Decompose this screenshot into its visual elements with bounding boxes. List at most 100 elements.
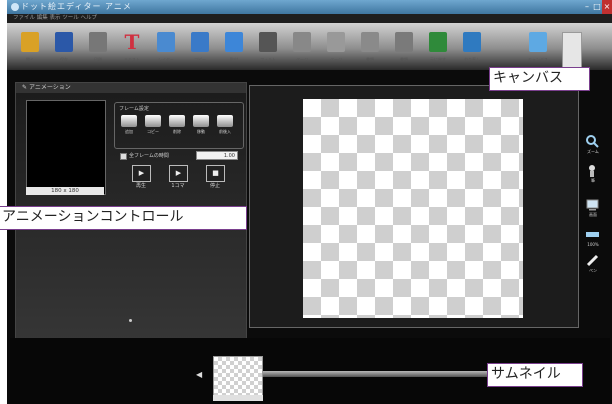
tool-label: ページ xyxy=(330,57,342,62)
toolbar-tool-5[interactable]: コピー xyxy=(189,29,211,67)
screenshot-figure: ドット絵エディター アニメ – □ × ファイル 編集 表示 ツール ヘルプ 開… xyxy=(0,0,612,404)
tool-label: 開く xyxy=(26,57,34,62)
frame-button-label: 前後入 xyxy=(219,129,231,134)
toolbar-tool-14[interactable]: キャンバス xyxy=(527,29,549,67)
doc2-icon xyxy=(395,32,413,52)
callout-thumbnail-label: サムネイル xyxy=(487,363,583,387)
app-logo-icon xyxy=(11,3,19,11)
step-icon: ▶ xyxy=(169,165,188,182)
copy-icon xyxy=(191,32,209,52)
step-button[interactable]: ▶ 1コマ xyxy=(163,165,193,189)
frame-thumbnail[interactable] xyxy=(213,356,263,396)
step-label: 1コマ xyxy=(171,183,185,189)
frame-delete-icon xyxy=(169,115,185,127)
right-tool-label: 画面 xyxy=(589,212,597,217)
right-tool-label: ペン xyxy=(589,268,597,273)
thumbnail-scroll-left-icon[interactable]: ◀ xyxy=(196,370,202,379)
menu-items[interactable]: ファイル 編集 表示 ツール ヘルプ xyxy=(13,15,97,21)
right-tool-screen[interactable]: 画面 xyxy=(584,198,602,220)
paste-icon xyxy=(225,32,243,52)
undo-icon xyxy=(429,32,447,52)
redo-icon xyxy=(463,32,481,52)
tool-label: 印刷 xyxy=(94,57,102,62)
toolbar-tool-6[interactable]: 貼付 xyxy=(223,29,245,67)
maximize-button[interactable]: □ xyxy=(592,0,602,14)
toolbar-tool-0[interactable]: 開く xyxy=(19,29,41,67)
toolbar-tool-12[interactable]: 元に戻す xyxy=(427,29,449,67)
menu-bar[interactable]: ファイル 編集 表示 ツール ヘルプ xyxy=(7,14,612,23)
main-toolbar: 開く 保存 印刷 T テキスト レイヤー コピー 貼付 フィルム ページ ページ … xyxy=(7,23,612,70)
stop-button[interactable]: ■ 停止 xyxy=(200,165,230,189)
all-frame-label: 全フレームの時間 xyxy=(129,153,169,159)
preview-size-label: 180 x 180 xyxy=(26,187,104,195)
thumbnail-frame-bar xyxy=(213,395,263,401)
tool-label: ページ xyxy=(296,57,308,62)
canvas-area xyxy=(249,85,579,328)
toolbar-tool-9[interactable]: ページ xyxy=(325,29,347,67)
frame-button-label: 削除 xyxy=(173,129,181,134)
film-icon xyxy=(259,32,277,52)
stop-label: 停止 xyxy=(209,183,220,189)
canvas-icon xyxy=(529,32,547,52)
tool-label: 書類 xyxy=(400,57,408,62)
text-icon: T xyxy=(124,30,140,54)
page-icon xyxy=(293,32,311,52)
toolbar-tool-8[interactable]: ページ xyxy=(291,29,313,67)
toolbar-tool-2[interactable]: 印刷 xyxy=(87,29,109,67)
toolbar-tool-4[interactable]: レイヤー xyxy=(155,29,177,67)
tool-label: キャンバス xyxy=(528,57,548,62)
tv-icon xyxy=(586,199,599,211)
save-icon xyxy=(55,32,73,52)
page2-icon xyxy=(327,32,345,52)
panel-header: ✎ アニメーション xyxy=(16,83,246,93)
frame-delete-button[interactable]: 削除 xyxy=(167,115,187,137)
right-tool-actual-size[interactable]: 100% xyxy=(584,228,602,250)
open-icon xyxy=(21,32,39,52)
drawing-canvas[interactable] xyxy=(303,99,523,318)
tool-label: 貼付 xyxy=(230,57,238,62)
frame-swap-button[interactable]: 前後入 xyxy=(215,115,235,137)
play-button[interactable]: ▶ 再生 xyxy=(126,165,156,189)
title-bar: ドット絵エディター アニメ – □ × xyxy=(7,0,612,14)
toolbar-tool-10[interactable]: 書類 xyxy=(359,29,381,67)
pen-icon xyxy=(586,254,599,267)
toolbar-tool-3[interactable]: T テキスト xyxy=(121,29,143,67)
frame-move-icon xyxy=(193,115,209,127)
all-frame-time-input[interactable]: 1.00 xyxy=(196,151,238,160)
frame-settings-group: フレーム設定 追加 コピー 削除 移動 前後入 xyxy=(114,102,244,149)
frame-button-label: 移動 xyxy=(197,129,205,134)
cursor-dot xyxy=(129,319,132,322)
toolbar-panel-toggle[interactable] xyxy=(562,32,582,68)
doc-icon xyxy=(361,32,379,52)
frame-copy-icon xyxy=(145,115,161,127)
tool-label: フィルム xyxy=(260,57,276,62)
tool-label: 保存 xyxy=(60,57,68,62)
panel-title: アニメーション xyxy=(28,84,71,91)
tool-label: テキスト xyxy=(124,57,140,62)
window-controls: – □ × xyxy=(582,0,612,14)
ruler-icon xyxy=(586,232,599,237)
play-icon: ▶ xyxy=(132,165,151,182)
frame-move-button[interactable]: 移動 xyxy=(191,115,211,137)
toolbar-tool-13[interactable]: やり直し xyxy=(461,29,483,67)
all-frame-time-row: 全フレームの時間 1.00 xyxy=(116,151,244,161)
frame-add-icon xyxy=(121,115,137,127)
right-tool-brush[interactable]: 筆 xyxy=(584,164,602,186)
frame-settings-label: フレーム設定 xyxy=(119,106,149,112)
tool-label: コピー xyxy=(194,57,206,62)
frame-add-button[interactable]: 追加 xyxy=(119,115,139,137)
all-frame-checkbox[interactable] xyxy=(120,153,127,160)
close-button[interactable]: × xyxy=(602,0,612,14)
toolbar-tool-7[interactable]: フィルム xyxy=(257,29,279,67)
toolbar-tool-11[interactable]: 書類 xyxy=(393,29,415,67)
right-tool-pen[interactable]: ペン xyxy=(584,254,602,276)
minimize-button[interactable]: – xyxy=(582,0,592,14)
play-label: 再生 xyxy=(135,183,146,189)
toolbar-tool-1[interactable]: 保存 xyxy=(53,29,75,67)
right-tool-label: 100% xyxy=(587,242,599,247)
right-tool-zoom[interactable]: ズーム xyxy=(584,135,602,157)
tool-label: 書類 xyxy=(366,57,374,62)
print-icon xyxy=(89,32,107,52)
frame-copy-button[interactable]: コピー xyxy=(143,115,163,137)
layer-icon xyxy=(157,32,175,52)
